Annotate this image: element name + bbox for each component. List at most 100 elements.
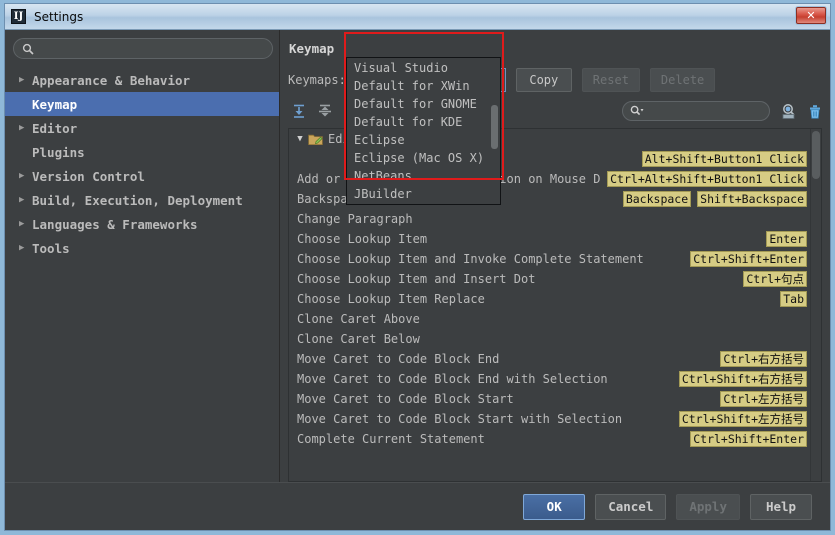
sidebar-item-label: Version Control (32, 169, 145, 184)
no-chevron-icon: ▶ (19, 100, 32, 109)
settings-category-tree: ▶ Appearance & Behavior ▶ Keymap ▶ Edito… (5, 65, 279, 482)
apply-button: Apply (676, 494, 740, 520)
dialog-footer: OK Cancel Apply Help (5, 482, 830, 530)
table-row[interactable]: Choose Lookup Item and Insert Dot Ctrl+句… (289, 269, 811, 289)
copy-button[interactable]: Copy (516, 68, 572, 92)
clear-filter-trash-icon[interactable] (804, 100, 826, 122)
shortcut-search-box[interactable] (622, 101, 770, 121)
keymap-panel: Keymap Keymaps: Default ▼ Copy Reset Del… (280, 30, 830, 482)
sidebar-item-build-execution-deployment[interactable]: ▶ Build, Execution, Deployment (5, 188, 279, 212)
action-label: Move Caret to Code Block Start (297, 392, 514, 406)
sidebar-item-keymap[interactable]: ▶ Keymap (5, 92, 279, 116)
sidebar-item-label: Keymap (32, 97, 77, 112)
table-row[interactable]: Choose Lookup Item Replace Tab (289, 289, 811, 309)
dropdown-option-jbuilder[interactable]: JBuilder (347, 185, 500, 203)
reset-button: Reset (582, 68, 640, 92)
dropdown-option-netbeans[interactable]: NetBeans (347, 167, 500, 185)
collapse-all-icon[interactable] (314, 100, 336, 122)
action-label: Move Caret to Code Block End (297, 352, 499, 366)
window-title: Settings (34, 10, 83, 24)
app-logo-icon: IJ (11, 9, 26, 24)
dropdown-option-eclipse-mac[interactable]: Eclipse (Mac OS X) (347, 149, 500, 167)
sidebar-item-plugins[interactable]: ▶ Plugins (5, 140, 279, 164)
help-button[interactable]: Help (750, 494, 812, 520)
shortcut-badge: Enter (766, 231, 807, 247)
shortcut-badge: Ctrl+Shift+右方括号 (679, 371, 807, 387)
chevron-right-icon: ▶ (19, 124, 32, 133)
chevron-right-icon: ▶ (19, 220, 32, 229)
sidebar-item-label: Plugins (32, 145, 85, 160)
shortcut-badge: Ctrl+右方括号 (720, 351, 807, 367)
keymaps-label: Keymaps: (288, 73, 346, 87)
shortcut-badge: Alt+Shift+Button1 Click (642, 151, 807, 167)
expand-all-icon[interactable] (288, 100, 310, 122)
list-scrollbar[interactable] (810, 129, 821, 481)
table-row[interactable]: Change Paragraph (289, 209, 811, 229)
dropdown-scrollbar[interactable] (490, 59, 499, 203)
chevron-down-icon[interactable]: ▼ (293, 134, 307, 144)
dropdown-option-default-gnome[interactable]: Default for GNOME (347, 95, 500, 113)
shortcut-badge: Ctrl+左方括号 (720, 391, 807, 407)
find-by-shortcut-icon[interactable] (778, 100, 800, 122)
table-row[interactable]: Clone Caret Above (289, 309, 811, 329)
shortcut-badge: Backspace (623, 191, 691, 207)
table-row[interactable]: Choose Lookup Item and Invoke Complete S… (289, 249, 811, 269)
action-label: Clone Caret Above (297, 312, 420, 326)
action-label: Complete Current Statement (297, 432, 485, 446)
settings-sidebar: ▶ Appearance & Behavior ▶ Keymap ▶ Edito… (5, 30, 280, 482)
action-label: Move Caret to Code Block Start with Sele… (297, 412, 622, 426)
sidebar-item-label: Tools (32, 241, 70, 256)
dropdown-option-visual-studio[interactable]: Visual Studio (347, 59, 500, 77)
no-chevron-icon: ▶ (19, 148, 32, 157)
sidebar-item-editor[interactable]: ▶ Editor (5, 116, 279, 140)
sidebar-item-appearance-behavior[interactable]: ▶ Appearance & Behavior (5, 68, 279, 92)
dropdown-option-default-kde[interactable]: Default for KDE (347, 113, 500, 131)
shortcut-badge: Ctrl+Shift+Enter (690, 251, 807, 267)
table-row[interactable]: Clone Caret Below (289, 329, 811, 349)
table-row[interactable]: Move Caret to Code Block End Ctrl+右方括号 (289, 349, 811, 369)
delete-button: Delete (650, 68, 715, 92)
chevron-right-icon: ▶ (19, 76, 32, 85)
folder-edit-icon (308, 133, 323, 146)
action-label: Choose Lookup Item and Insert Dot (297, 272, 535, 286)
sidebar-item-label: Appearance & Behavior (32, 73, 190, 88)
table-row[interactable]: Complete Current Statement Ctrl+Shift+En… (289, 429, 811, 449)
sidebar-search-wrap (5, 30, 279, 65)
cancel-button[interactable]: Cancel (595, 494, 666, 520)
list-scrollbar-thumb[interactable] (812, 131, 820, 179)
search-icon (22, 43, 34, 55)
table-row[interactable]: Move Caret to Code Block Start with Sele… (289, 409, 811, 429)
table-row[interactable]: Move Caret to Code Block Start Ctrl+左方括号 (289, 389, 811, 409)
action-label: Change Paragraph (297, 212, 413, 226)
chevron-right-icon: ▶ (19, 172, 32, 181)
shortcut-search-input[interactable] (648, 105, 795, 118)
ok-button[interactable]: OK (523, 494, 585, 520)
dropdown-scrollbar-thumb[interactable] (491, 105, 498, 149)
sidebar-item-languages-frameworks[interactable]: ▶ Languages & Frameworks (5, 212, 279, 236)
sidebar-item-tools[interactable]: ▶ Tools (5, 236, 279, 260)
page-title: Keymap (288, 30, 830, 56)
keymap-dropdown-popup[interactable]: Visual Studio Default for XWin Default f… (346, 57, 501, 205)
table-row[interactable]: Choose Lookup Item Enter (289, 229, 811, 249)
sidebar-item-label: Editor (32, 121, 77, 136)
search-box[interactable] (13, 38, 273, 59)
action-label: Choose Lookup Item Replace (297, 292, 485, 306)
settings-window: IJ Settings ✕ ▶ A (4, 3, 831, 531)
shortcut-badge: Shift+Backspace (697, 191, 807, 207)
dropdown-option-eclipse[interactable]: Eclipse (347, 131, 500, 149)
table-row[interactable]: Move Caret to Code Block End with Select… (289, 369, 811, 389)
sidebar-item-label: Build, Execution, Deployment (32, 193, 243, 208)
search-input[interactable] (39, 42, 264, 55)
action-label: Choose Lookup Item (297, 232, 427, 246)
dropdown-option-default-xwin[interactable]: Default for XWin (347, 77, 500, 95)
shortcut-badge: Ctrl+Shift+Enter (690, 431, 807, 447)
sidebar-item-version-control[interactable]: ▶ Version Control (5, 164, 279, 188)
title-bar: IJ Settings ✕ (5, 4, 830, 30)
action-label: Move Caret to Code Block End with Select… (297, 372, 608, 386)
action-label: Clone Caret Below (297, 332, 420, 346)
close-icon[interactable]: ✕ (796, 7, 826, 24)
shortcut-badge: Ctrl+句点 (743, 271, 807, 287)
search-icon (630, 102, 644, 121)
shortcut-badge: Ctrl+Alt+Shift+Button1 Click (607, 171, 807, 187)
action-label: Choose Lookup Item and Invoke Complete S… (297, 252, 644, 266)
